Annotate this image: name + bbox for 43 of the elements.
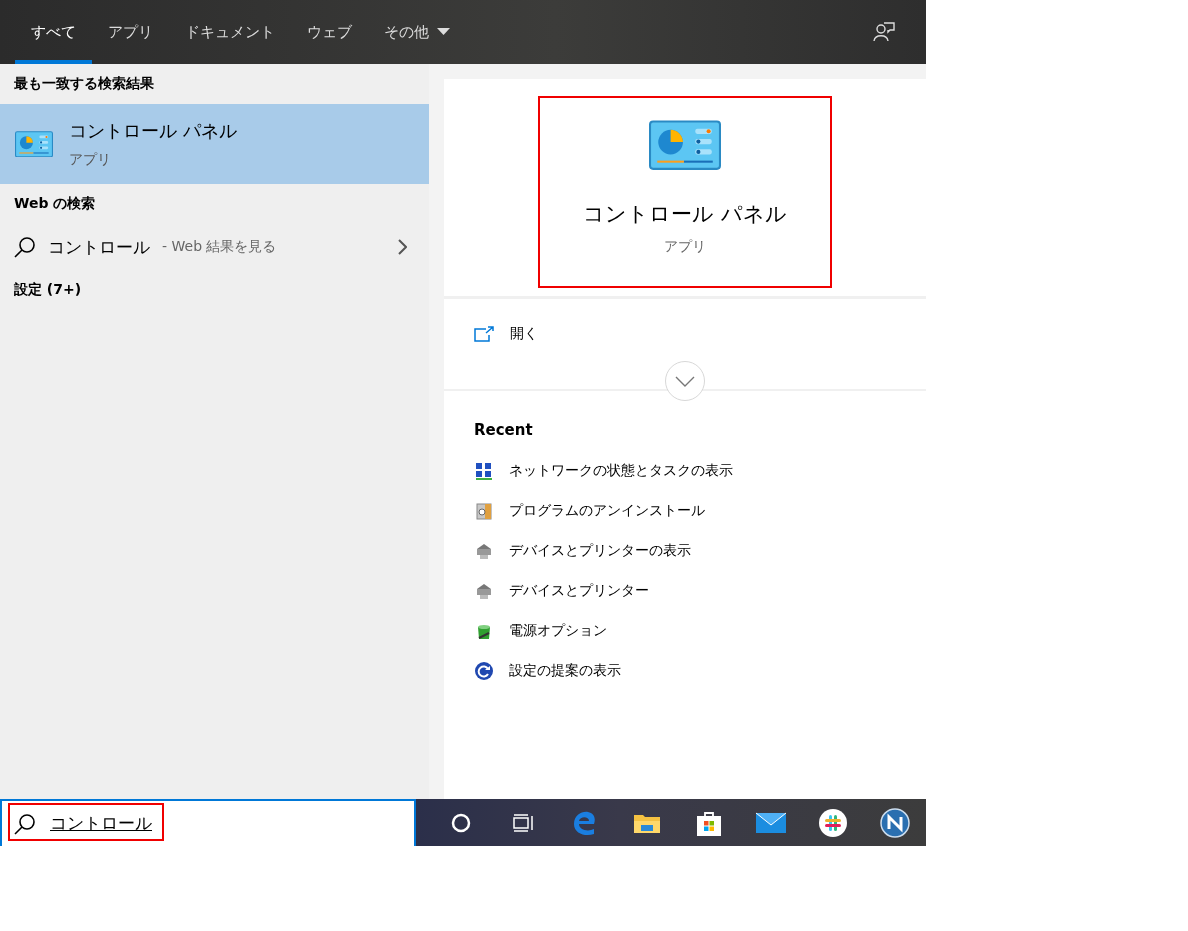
caret-icon <box>437 28 450 36</box>
recent-item[interactable]: プログラムのアンインストール <box>444 491 926 531</box>
search-field[interactable]: コントロール <box>48 812 162 835</box>
task-view-icon <box>512 813 534 832</box>
printer-icon <box>474 541 494 561</box>
circle-icon <box>451 812 471 833</box>
tab[interactable]: ドキュメント <box>169 0 291 64</box>
tab[interactable]: アプリ <box>92 0 169 64</box>
search-icon <box>14 812 36 835</box>
chevron-right-icon <box>397 239 407 255</box>
web-results-hint: - Web 結果を見る <box>162 238 278 256</box>
control-panel-icon <box>15 130 53 158</box>
chevron-down-icon <box>675 375 695 387</box>
control-panel-icon <box>649 120 721 171</box>
section-heading[interactable]: 設定 (7+) <box>0 270 429 310</box>
network-icon <box>474 461 494 481</box>
recent-item[interactable]: デバイスとプリンターの表示 <box>444 531 926 571</box>
tab[interactable]: ウェブ <box>291 0 368 64</box>
preview-type: アプリ <box>664 238 706 257</box>
web-search-item[interactable]: コントロール - Web 結果を見る <box>0 224 429 270</box>
mail-icon <box>756 811 786 834</box>
search-icon <box>14 236 36 258</box>
hash-logo-icon <box>819 808 847 837</box>
open-action[interactable]: 開く <box>444 299 926 369</box>
section-heading: Web の検索 <box>13 194 97 213</box>
result-title: コントロール パネル <box>69 119 237 143</box>
open-window-icon <box>474 326 494 342</box>
section-heading: Recent <box>473 420 534 441</box>
section-heading: 最も一致する検索結果 <box>13 74 155 93</box>
person-feedback-icon <box>873 22 895 42</box>
tab[interactable]: その他 <box>368 0 466 64</box>
search-query: コントロール <box>48 235 150 259</box>
program-box-icon <box>474 501 494 521</box>
recent-item[interactable]: 電源オプション <box>444 611 926 651</box>
recent-item[interactable]: ネットワークの状態とタスクの表示 <box>444 451 926 491</box>
browser-icon <box>572 809 598 836</box>
result-type: アプリ <box>69 151 112 169</box>
round-logo-icon <box>880 807 910 838</box>
recent-item[interactable]: 設定の提案の表示 <box>444 651 926 691</box>
best-match-item[interactable]: コントロール パネル アプリ <box>0 104 429 184</box>
recent-item[interactable]: デバイスとプリンター <box>444 571 926 611</box>
preview-title: コントロール パネル <box>583 201 787 229</box>
printer-icon <box>474 581 494 601</box>
